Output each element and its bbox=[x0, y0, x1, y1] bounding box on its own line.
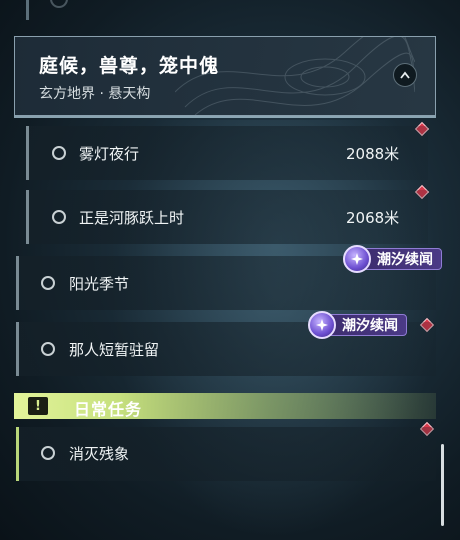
quest-label: 那人短暂驻留 bbox=[69, 341, 160, 359]
chevron-up-icon bbox=[400, 71, 410, 79]
quest-label: 正是河豚跃上时 bbox=[79, 209, 185, 227]
tidal-star-icon bbox=[343, 245, 371, 273]
daily-title: 日常任务 bbox=[74, 400, 143, 419]
quest-label: 雾灯夜行 bbox=[79, 145, 140, 163]
quest-distance: 2068米 bbox=[346, 209, 400, 227]
quest-label: 消灭残象 bbox=[69, 445, 130, 463]
daily-quests-header[interactable]: ! 日常任务 bbox=[14, 393, 436, 419]
tidal-tag: 潮汐续闻 bbox=[308, 311, 407, 339]
tidal-tag: 潮汐续闻 bbox=[343, 245, 442, 273]
daily-quest-row[interactable]: 消灭残象 bbox=[16, 427, 436, 481]
quest-label: 阳光季节 bbox=[69, 275, 130, 293]
region-subtitle: 玄方地界 · 悬天构 bbox=[39, 86, 151, 102]
circle-status-icon bbox=[52, 210, 66, 224]
quest-row[interactable]: 正是河豚跃上时 2068米 bbox=[26, 190, 428, 244]
region-header-card[interactable]: 庭候，兽尊，笼中傀 玄方地界 · 悬天构 bbox=[14, 36, 436, 116]
tag-label: 潮汐续闻 bbox=[342, 318, 398, 334]
region-title: 庭候，兽尊，笼中傀 bbox=[39, 55, 220, 77]
region-card-underline bbox=[14, 116, 436, 118]
quest-distance: 2088米 bbox=[346, 145, 400, 163]
circle-status-icon bbox=[41, 446, 55, 460]
scrollbar[interactable] bbox=[441, 444, 444, 526]
circle-status-icon bbox=[41, 276, 55, 290]
circle-status-icon bbox=[52, 146, 66, 160]
collapse-button[interactable] bbox=[393, 63, 417, 87]
circle-status-icon bbox=[41, 342, 55, 356]
quest-row[interactable]: 雾灯夜行 2088米 bbox=[26, 126, 428, 180]
exclamation-icon: ! bbox=[28, 397, 48, 415]
cut-off-previous-row bbox=[0, 0, 460, 20]
tag-label: 潮汐续闻 bbox=[377, 252, 433, 268]
tidal-star-icon bbox=[308, 311, 336, 339]
